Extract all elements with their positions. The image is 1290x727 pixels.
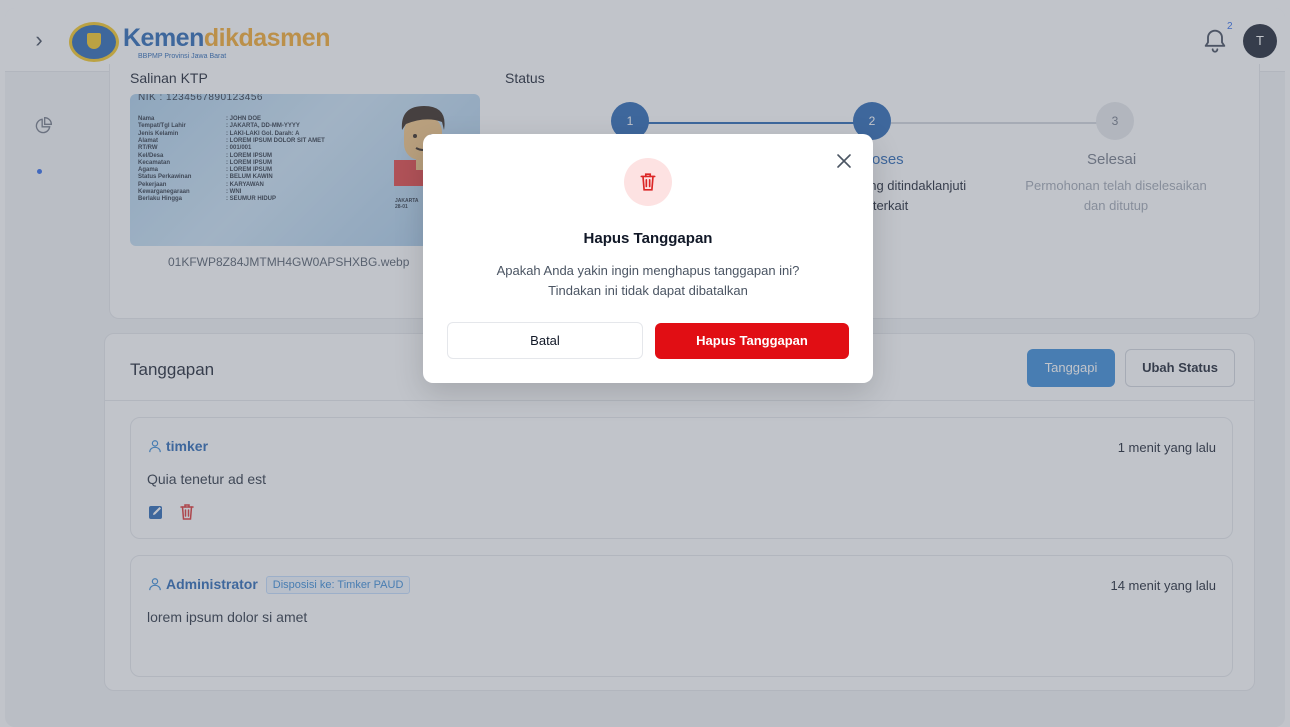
delete-response-dialog: Hapus Tanggapan Apakah Anda yakin ingin …: [423, 134, 873, 383]
confirm-delete-button[interactable]: Hapus Tanggapan: [655, 323, 849, 359]
dialog-message: Apakah Anda yakin ingin menghapus tangga…: [423, 261, 873, 301]
cancel-button[interactable]: Batal: [447, 322, 643, 359]
dialog-message-line2: Tindakan ini tidak dapat dibatalkan: [548, 283, 748, 298]
trash-icon: [640, 173, 656, 191]
warning-icon-circle: [624, 158, 672, 206]
dialog-message-line1: Apakah Anda yakin ingin menghapus tangga…: [496, 263, 800, 278]
dialog-title: Hapus Tanggapan: [583, 230, 713, 247]
close-icon[interactable]: [835, 152, 853, 170]
